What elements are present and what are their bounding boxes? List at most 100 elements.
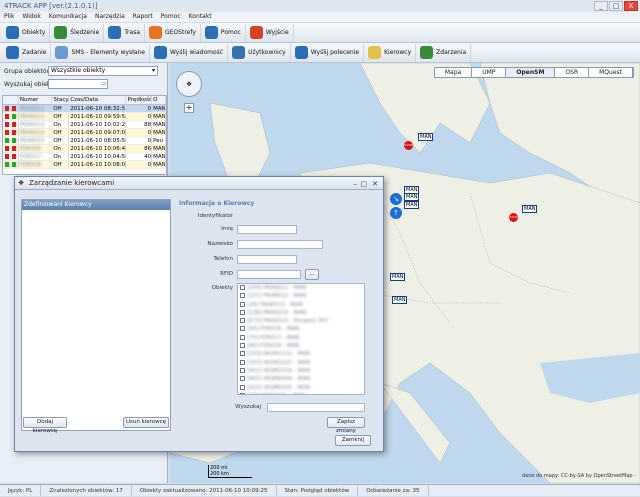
remove-driver-button[interactable]: Usuń kierowcę [123, 417, 169, 428]
table-row[interactable]: PZ6016 On 2011-06-10 10:06:41 86 MAN [3, 145, 166, 153]
table-row[interactable]: PKA6011 Off 2011-06-10 08:32:59 0 MAN [3, 105, 166, 113]
direction-icon[interactable]: ↑ [390, 207, 402, 219]
object-checklist-item[interactable]: [153] WGM1111 - MAN [238, 350, 364, 358]
checkbox-icon[interactable] [240, 326, 245, 332]
objects-checklist[interactable]: [150] PKA6011 - MAN [151] PKA6012 - MAN [2… [237, 283, 365, 395]
object-checklist-item[interactable]: [79] WN10001 - MAN [238, 392, 364, 394]
rfid-browse-button[interactable]: ... [305, 269, 319, 280]
vehicle-marker[interactable]: MAN [404, 186, 420, 194]
checkbox-icon[interactable] [240, 285, 245, 290]
toolbar1-button-0[interactable]: Obiekty [2, 23, 51, 42]
table-row[interactable]: PKA6015 Off 2011-06-10 08:05:53 0 Peu [3, 137, 166, 145]
map-pan-control[interactable]: ✥ [176, 71, 202, 97]
toolbar2-button-0[interactable]: Zadanie [2, 43, 52, 62]
map-tab-0[interactable]: Mapa [435, 68, 473, 77]
toolbar1-button-3[interactable]: GEOStrefy [145, 23, 201, 42]
menu-komunikacja[interactable]: Komunikacja [49, 12, 87, 22]
object-checklist-item[interactable]: [75] PZ6017 - MAN [238, 334, 364, 342]
toolbar1-button-4[interactable]: Pomoc [201, 23, 246, 42]
dialog-close-action-button[interactable]: Zamknij [335, 435, 371, 446]
minimize-button[interactable]: _ [594, 1, 608, 11]
checkbox-icon[interactable] [240, 359, 245, 365]
close-button[interactable]: X [624, 1, 638, 11]
checkbox-icon[interactable] [240, 343, 245, 349]
checkbox-icon[interactable] [240, 367, 245, 373]
map-tab-2[interactable]: OpenSM [506, 68, 556, 77]
toolbar2-button-4[interactable]: Wyślij polecenie [291, 43, 365, 62]
save-changes-button[interactable]: Zapisz zmiany [327, 417, 365, 434]
menu-widok[interactable]: Widok [22, 12, 40, 22]
phone-input[interactable] [237, 255, 297, 264]
object-checklist-item[interactable]: [136] PKA6014 - MAN [238, 309, 364, 317]
stop-icon[interactable]: STOP [509, 213, 518, 222]
first-name-input[interactable] [237, 225, 297, 234]
toolbar2-button-5[interactable]: Kierowcy [364, 43, 417, 62]
col-numer[interactable]: Numer [19, 96, 53, 104]
dialog-minimize-button[interactable]: – [354, 178, 358, 191]
checkbox-icon[interactable] [240, 384, 245, 390]
col-status[interactable] [3, 96, 19, 104]
object-checklist-item[interactable]: [28] PKA6013 - MAN [238, 301, 364, 309]
object-checklist-item[interactable]: [502] WGM5555 - MAN [238, 384, 364, 392]
toolbar2-button-2[interactable]: Wyślij wiadomość [150, 43, 229, 62]
col-predkosc[interactable]: Prędkość [126, 96, 153, 104]
map-tab-3[interactable]: OSR [555, 68, 590, 77]
object-checklist-item[interactable]: [150] PKA6011 - MAN [238, 284, 364, 292]
col-czas[interactable]: Czas/Data [69, 96, 127, 104]
object-checklist-item[interactable]: [151] PKA6012 - MAN [238, 292, 364, 300]
dialog-close-button[interactable]: ✕ [372, 178, 378, 191]
map-tab-1[interactable]: UMP [472, 68, 507, 77]
direction-icon[interactable]: ↘ [390, 193, 402, 205]
menu-narzedzia[interactable]: Narzędzia [95, 12, 125, 22]
table-row[interactable]: PZ6018 Off 2011-06-10 10:08:00 0 MAN [3, 161, 166, 169]
object-checklist-item[interactable]: [80] PZ6018 - MAN [238, 342, 364, 350]
checkbox-icon[interactable] [240, 309, 245, 315]
menu-plik[interactable]: Plik [4, 12, 14, 22]
object-checklist-item[interactable]: [152] WGM2222 - MAN [238, 359, 364, 367]
dialog-search-input[interactable] [267, 403, 365, 412]
rfid-input[interactable] [237, 270, 301, 279]
toolbar1-button-1[interactable]: Śledzenie [50, 23, 105, 42]
object-checklist-item[interactable]: [670] PKA6015 - Peugeot 307 [238, 317, 364, 325]
last-name-input[interactable] [237, 240, 323, 249]
dialog-maximize-button[interactable]: □ [360, 178, 367, 191]
maximize-button[interactable]: □ [609, 1, 623, 11]
vehicle-marker[interactable]: MAN [522, 205, 538, 213]
map-tab-4[interactable]: MQuest [589, 68, 633, 77]
add-driver-button[interactable]: Dodaj kierowcę [23, 417, 67, 434]
object-checklist-item[interactable]: [94] PZ6016 - MAN [238, 325, 364, 333]
checkbox-icon[interactable] [240, 293, 245, 299]
table-row[interactable]: PKA6012 Off 2011-06-10 09:59:51 0 MAN [3, 113, 166, 121]
table-row[interactable]: PKA6014 Off 2011-06-10 09:07:03 0 MAN [3, 129, 166, 137]
toolbar2-button-1[interactable]: SMS - Elementy wysłane [51, 43, 150, 62]
table-row[interactable]: PKA6013 On 2011-06-10 10:02:21 88 MAN [3, 121, 166, 129]
table-row[interactable]: PZ6017 On 2011-06-10 10:04:57 40 MAN [3, 153, 166, 161]
toolbar1-button-5[interactable]: Wyjście [246, 23, 294, 42]
toolbar1-button-2[interactable]: Trasa [104, 23, 145, 42]
menu-pomoc[interactable]: Pomoc [161, 12, 181, 22]
checkbox-icon[interactable] [240, 334, 245, 340]
drivers-list[interactable] [22, 210, 170, 430]
stop-icon[interactable]: STOP [404, 141, 413, 150]
object-checklist-item[interactable]: [401] WGM3333 - MAN [238, 367, 364, 375]
checkbox-icon[interactable] [240, 392, 245, 394]
menu-kontakt[interactable]: Kontakt [189, 12, 212, 22]
checkbox-icon[interactable] [240, 376, 245, 382]
checkbox-icon[interactable] [240, 318, 245, 324]
toolbar2-button-3[interactable]: Użytkownicy [228, 43, 291, 62]
vehicle-marker[interactable]: MAN [404, 201, 420, 209]
search-input[interactable]: ▭ [48, 79, 108, 89]
checkbox-icon[interactable] [240, 351, 245, 357]
toolbar2-button-6[interactable]: Zdarzenia [416, 43, 472, 62]
checkbox-icon[interactable] [240, 301, 245, 307]
vehicle-marker[interactable]: MAN [390, 273, 406, 281]
vehicle-marker[interactable]: MAN [404, 193, 420, 201]
object-checklist-item[interactable]: [402] WGM4444 - MAN [238, 375, 364, 383]
menu-raport[interactable]: Raport [133, 12, 153, 22]
vehicle-marker[interactable]: MAN [392, 296, 408, 304]
col-stacyj[interactable]: Stacyj. [52, 96, 70, 104]
col-o[interactable]: O [152, 96, 166, 104]
vehicle-marker[interactable]: MAN [418, 133, 434, 141]
zoom-in-button[interactable]: + [184, 103, 194, 113]
group-select[interactable]: Wszystkie obiekty ▾ [48, 66, 158, 76]
